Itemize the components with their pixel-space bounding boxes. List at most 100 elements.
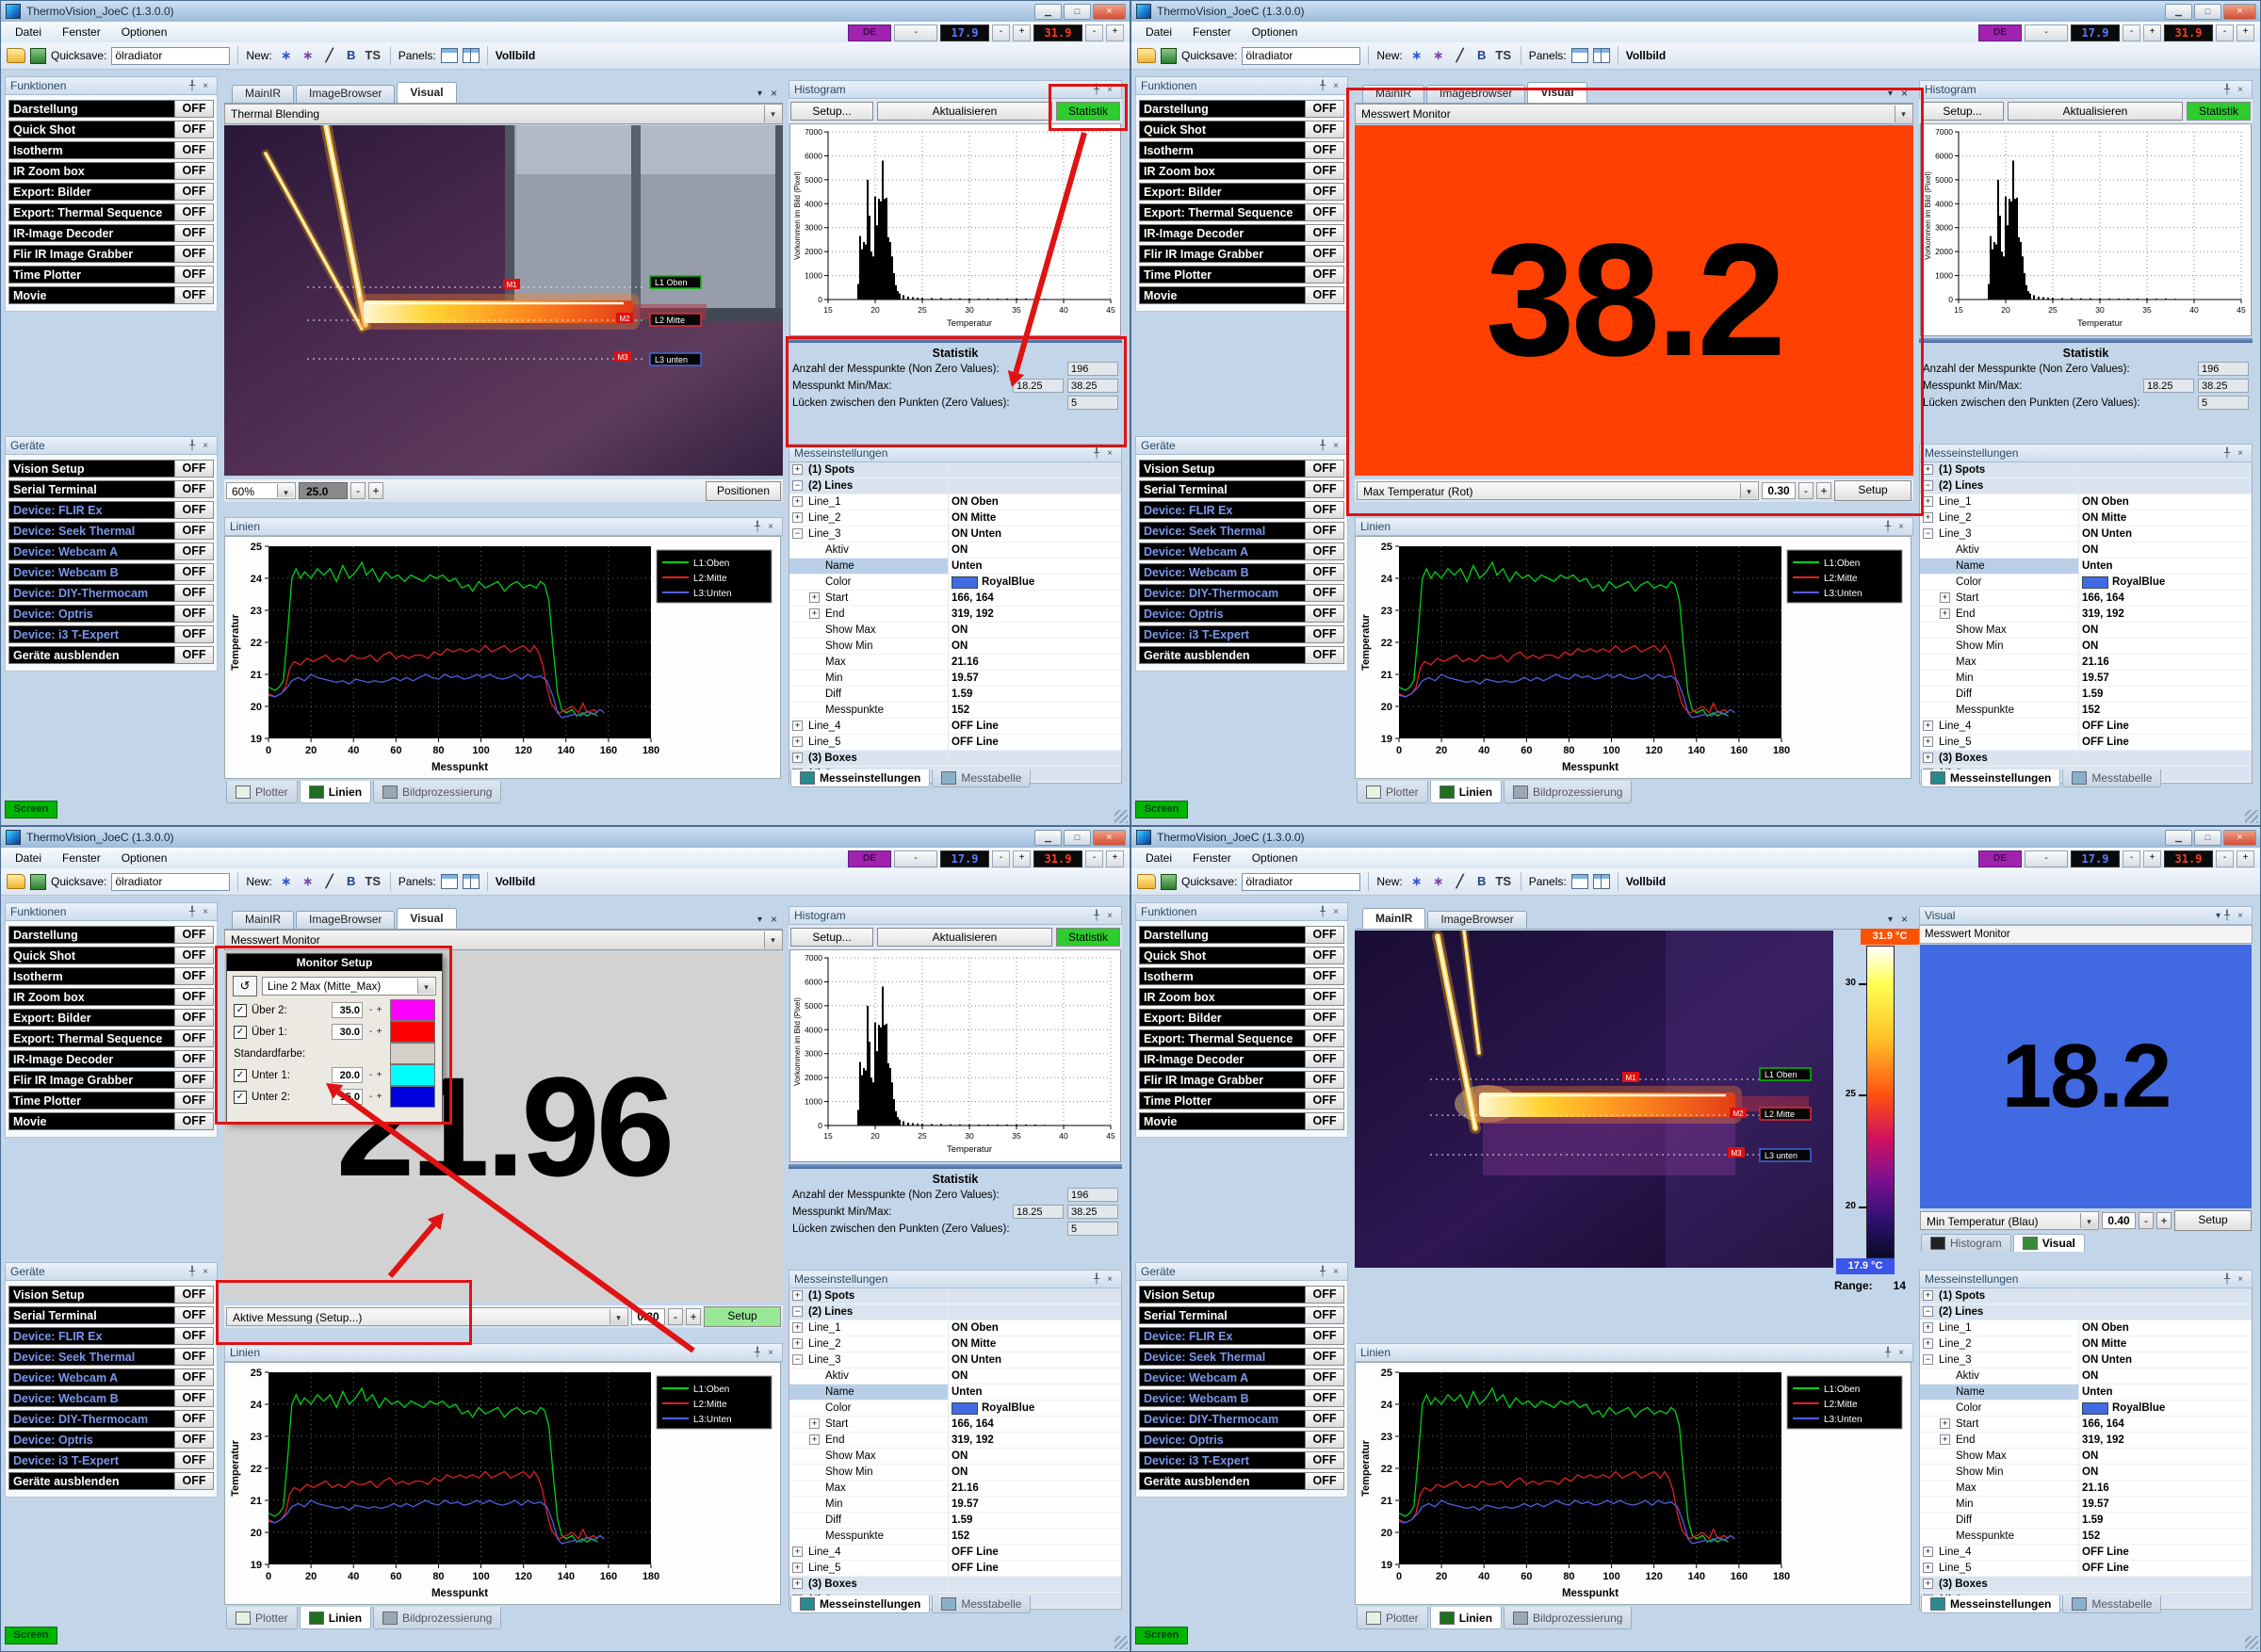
de-button[interactable]: DE bbox=[848, 24, 891, 41]
new-measure-icon[interactable]: B bbox=[342, 47, 361, 64]
aktualisieren-button[interactable]: Aktualisieren bbox=[877, 928, 1052, 947]
off-toggle[interactable]: OFF bbox=[1305, 162, 1344, 180]
funktionen-panel-header[interactable]: Funktionen ╀ × bbox=[5, 76, 218, 95]
tree-expander[interactable]: + bbox=[792, 496, 803, 507]
off-toggle[interactable]: OFF bbox=[174, 1009, 214, 1027]
statistik-button[interactable]: Statistik bbox=[2187, 102, 2251, 121]
off-toggle[interactable]: OFF bbox=[1305, 100, 1344, 118]
tree-row[interactable]: Show Min ON bbox=[789, 1465, 1121, 1481]
tree-row[interactable]: Max 21.16 bbox=[1920, 1481, 2252, 1497]
close-icon[interactable]: × bbox=[1103, 448, 1116, 459]
close-icon[interactable]: × bbox=[1329, 1267, 1342, 1277]
device-button[interactable]: Vision Setup bbox=[8, 460, 174, 478]
device-button[interactable]: Device: i3 T-Expert bbox=[1139, 625, 1305, 643]
off-toggle[interactable]: OFF bbox=[174, 1112, 214, 1130]
tree-row[interactable]: Diff 1.59 bbox=[789, 1513, 1121, 1529]
threshold-value[interactable]: 15.0 bbox=[332, 1089, 363, 1105]
close-icon[interactable]: × bbox=[2234, 911, 2247, 921]
interval-value[interactable]: 0.30 bbox=[1762, 482, 1796, 499]
function-button[interactable]: Export: Thermal Sequence bbox=[1139, 1029, 1305, 1047]
increment-button[interactable]: + bbox=[368, 482, 383, 499]
tree-expander[interactable]: + bbox=[809, 1434, 820, 1445]
max-temp-minus-button[interactable]: - bbox=[2216, 24, 2234, 41]
decrement-button[interactable]: - bbox=[2139, 1212, 2154, 1229]
histogram-panel-header[interactable]: Histogram ╀ × bbox=[789, 906, 1122, 925]
device-button[interactable]: Device: Seek Thermal bbox=[1139, 522, 1305, 540]
off-toggle[interactable]: OFF bbox=[174, 1071, 214, 1089]
visual-panel-tab[interactable]: Visual bbox=[2013, 1234, 2085, 1252]
tree-expander[interactable]: + bbox=[1923, 753, 1933, 763]
tree-expander[interactable]: + bbox=[1923, 512, 1933, 523]
new-measure-icon[interactable]: ∗ bbox=[277, 873, 296, 890]
device-button[interactable]: Device: Webcam B bbox=[8, 563, 174, 581]
new-measure-icon[interactable]: ╱ bbox=[320, 873, 339, 890]
main-tab[interactable]: MainIR bbox=[232, 911, 294, 929]
function-button[interactable]: IR Zoom box bbox=[8, 162, 174, 180]
off-toggle[interactable]: OFF bbox=[1305, 1348, 1344, 1366]
measurement-source-dropdown[interactable]: Aktive Messung (Setup...) ▾ bbox=[226, 1307, 628, 1326]
messeinstellungen-tab[interactable]: Messtabelle bbox=[932, 1595, 1031, 1613]
tree-row[interactable]: Show Min ON bbox=[1920, 1465, 2252, 1481]
menu-item[interactable]: Datei bbox=[5, 850, 52, 866]
close-icon[interactable]: × bbox=[1329, 907, 1342, 917]
tree-row[interactable]: + Start 166, 164 bbox=[789, 591, 1121, 607]
device-button[interactable]: Geräte ausblenden bbox=[1139, 646, 1305, 664]
tree-expander[interactable]: + bbox=[792, 1563, 803, 1573]
off-toggle[interactable]: OFF bbox=[174, 141, 214, 159]
tree-row[interactable]: + (1) Spots bbox=[1920, 462, 2252, 478]
quicksave-input[interactable] bbox=[1242, 873, 1360, 891]
off-toggle[interactable]: OFF bbox=[1305, 605, 1344, 623]
function-button[interactable]: Export: Bilder bbox=[1139, 1009, 1305, 1027]
menu-item[interactable]: Datei bbox=[1135, 850, 1182, 866]
histogram-setup-button[interactable]: Setup... bbox=[790, 928, 873, 947]
decrement-button[interactable]: - bbox=[668, 1308, 683, 1325]
tree-row[interactable]: Messpunkte 152 bbox=[1920, 703, 2252, 719]
tree-expander[interactable]: + bbox=[1923, 1547, 1933, 1557]
de-button[interactable]: DE bbox=[1978, 850, 2022, 867]
tree-row[interactable]: Diff 1.59 bbox=[1920, 1513, 2252, 1529]
setup-button[interactable]: Setup bbox=[1834, 480, 1911, 501]
pin-icon[interactable]: ╀ bbox=[186, 441, 199, 451]
off-toggle[interactable]: OFF bbox=[174, 162, 214, 180]
de-button[interactable]: DE bbox=[848, 850, 891, 867]
device-button[interactable]: Device: DIY-Thermocam bbox=[8, 1410, 174, 1428]
zoom-select[interactable]: 60% ▾ bbox=[226, 482, 296, 499]
monitor-target-dropdown[interactable]: Line 2 Max (Mitte_Max) ▾ bbox=[262, 977, 436, 996]
funktionen-panel-header[interactable]: Funktionen ╀ × bbox=[5, 902, 218, 921]
dash-button[interactable]: - bbox=[894, 24, 937, 41]
checkbox[interactable]: ✓ bbox=[234, 1004, 247, 1017]
function-button[interactable]: Darstellung bbox=[8, 926, 174, 944]
linien-panel-header[interactable]: Linien ╀ × bbox=[224, 1343, 783, 1362]
tree-expander[interactable]: + bbox=[1940, 1418, 1950, 1429]
tree-row[interactable]: + Line_5 OFF Line bbox=[1920, 1561, 2252, 1577]
chevron-down-icon[interactable]: ▾ bbox=[764, 931, 781, 948]
off-toggle[interactable]: OFF bbox=[174, 1431, 214, 1449]
tree-row[interactable]: + Line_1 ON Oben bbox=[1920, 1320, 2252, 1336]
tree-row[interactable]: + Line_2 ON Mitte bbox=[1920, 510, 2252, 526]
tree-row[interactable]: + Line_2 ON Mitte bbox=[789, 510, 1121, 526]
tree-row[interactable]: Show Min ON bbox=[1920, 639, 2252, 655]
off-toggle[interactable]: OFF bbox=[174, 1410, 214, 1428]
close-icon[interactable]: × bbox=[1901, 87, 1908, 100]
visual-mode-dropdown[interactable]: Messwert Monitor ▾ bbox=[1355, 104, 1913, 124]
new-measure-icon[interactable]: TS bbox=[1494, 873, 1513, 890]
off-toggle[interactable]: OFF bbox=[1305, 286, 1344, 304]
tree-row[interactable]: + (1) Spots bbox=[789, 1288, 1121, 1304]
close-button[interactable]: × bbox=[2223, 830, 2256, 846]
off-toggle[interactable]: OFF bbox=[174, 460, 214, 478]
device-button[interactable]: Vision Setup bbox=[8, 1286, 174, 1304]
chevron-down-icon[interactable]: ▾ bbox=[1888, 89, 1893, 99]
pin-icon[interactable]: ╀ bbox=[1881, 522, 1895, 532]
off-toggle[interactable]: OFF bbox=[174, 1092, 214, 1109]
function-button[interactable]: Quick Shot bbox=[1139, 947, 1305, 964]
function-button[interactable]: Quick Shot bbox=[8, 121, 174, 138]
tree-expander[interactable]: − bbox=[1923, 1306, 1933, 1317]
new-measure-icon[interactable]: TS bbox=[364, 47, 382, 64]
off-toggle[interactable]: OFF bbox=[1305, 245, 1344, 263]
function-button[interactable]: IR Zoom box bbox=[1139, 988, 1305, 1006]
threshold-value[interactable]: 20.0 bbox=[332, 1067, 363, 1083]
close-icon[interactable]: × bbox=[2234, 448, 2247, 459]
linien-bottom-tab[interactable]: Plotter bbox=[226, 781, 298, 803]
off-toggle[interactable]: OFF bbox=[174, 605, 214, 623]
pin-icon[interactable]: ╀ bbox=[751, 1348, 764, 1358]
